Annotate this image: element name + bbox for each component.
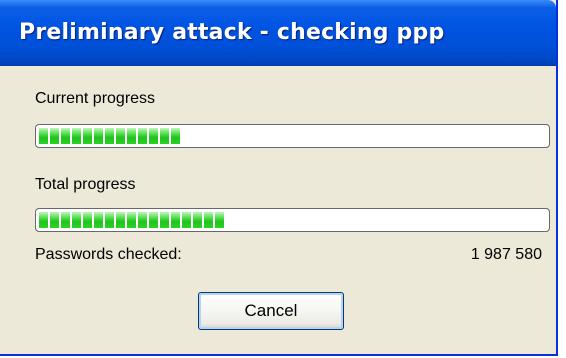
progress-chunk: [105, 212, 114, 228]
progress-chunk: [149, 212, 158, 228]
progress-chunk: [116, 128, 125, 144]
progress-chunk: [94, 128, 103, 144]
progress-chunk: [160, 128, 169, 144]
progress-chunk: [204, 212, 213, 228]
current-progress-label: Current progress: [35, 90, 156, 107]
progress-chunk: [61, 212, 70, 228]
progress-chunk: [138, 212, 147, 228]
progress-chunk: [138, 128, 147, 144]
progress-chunk: [105, 128, 114, 144]
progress-chunk: [39, 128, 48, 144]
progress-chunk: [50, 212, 59, 228]
progress-chunk: [83, 212, 92, 228]
cancel-button[interactable]: Cancel: [198, 292, 344, 330]
progress-chunk: [83, 128, 92, 144]
progress-chunk: [127, 212, 136, 228]
progress-chunk: [215, 212, 224, 228]
progress-chunk: [149, 128, 158, 144]
progress-chunk: [116, 212, 125, 228]
progress-chunk: [127, 128, 136, 144]
progress-chunk: [72, 212, 81, 228]
progress-chunk: [39, 212, 48, 228]
total-progress-label: Total progress: [35, 176, 136, 193]
title-bar[interactable]: Preliminary attack - checking ppp: [0, 0, 556, 66]
window-title: Preliminary attack - checking ppp: [19, 20, 445, 45]
progress-chunk: [94, 212, 103, 228]
progress-chunk: [160, 212, 169, 228]
progress-chunk: [182, 212, 191, 228]
current-progress-bar: [35, 124, 550, 148]
progress-chunk: [72, 128, 81, 144]
total-progress-fill: [39, 212, 224, 228]
passwords-checked-value: 1 987 580: [470, 246, 542, 263]
current-progress-fill: [39, 128, 180, 144]
progress-chunk: [171, 212, 180, 228]
progress-chunk: [61, 128, 70, 144]
passwords-checked-label: Passwords checked:: [35, 246, 182, 263]
progress-chunk: [171, 128, 180, 144]
total-progress-bar: [35, 208, 550, 232]
progress-chunk: [193, 212, 202, 228]
dialog-window: Preliminary attack - checking ppp Curren…: [0, 0, 558, 356]
progress-chunk: [50, 128, 59, 144]
